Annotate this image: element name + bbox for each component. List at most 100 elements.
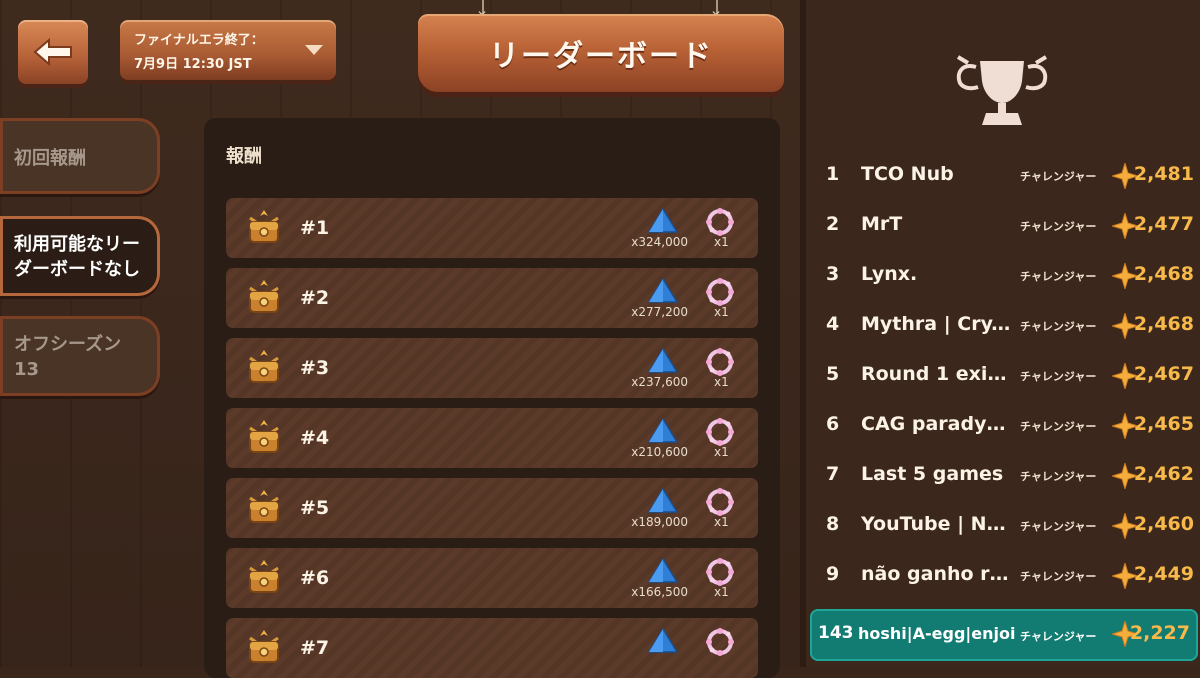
rewards-title: 報酬 [226, 146, 262, 167]
gem-icon [647, 627, 679, 658]
gem-quantity: x210,600 [631, 445, 688, 459]
leaderboard-position: 1 [826, 163, 840, 185]
leaderboard-row[interactable]: 6 CAG paradyze... チャレンジャー 2,465 [806, 405, 1200, 445]
reward-row: #2 x277,200 x1 [226, 268, 758, 328]
back-arrow-icon [33, 37, 72, 67]
leaderboard-position: 4 [826, 313, 840, 335]
player-points: 2,468 [1133, 313, 1194, 335]
player-points: 2,449 [1133, 563, 1194, 585]
gem-quantity: x189,000 [631, 515, 688, 529]
reward-row: #3 x237,600 x1 [226, 338, 758, 398]
gem-icon [647, 347, 679, 378]
leaderboard-row[interactable]: 4 Mythra | Cry... チャレンジャー 2,468 [806, 305, 1200, 345]
trophy-icon [956, 55, 1048, 125]
leaderboard-row[interactable]: 7 Last 5 games チャレンジャー 2,462 [806, 455, 1200, 495]
player-name: TCO Nub [861, 163, 954, 185]
player-name: MrT [861, 213, 903, 235]
player-tier: チャレンジャー [1020, 220, 1097, 233]
leaderboard-panel[interactable]: 1 TCO Nub チャレンジャー 2,481 2 MrT チャレンジャー 2,477 3 Lyn… [806, 0, 1200, 667]
ring-quantity: x1 [714, 375, 729, 389]
player-points: 2,477 [1133, 213, 1194, 235]
gem-icon [647, 557, 679, 588]
player-name: Mythra | Cry... [861, 313, 1011, 335]
player-points: 2,462 [1133, 463, 1194, 485]
leaderboard-position: 7 [826, 463, 840, 485]
player-points: 2,465 [1133, 413, 1194, 435]
reward-rank: #3 [300, 357, 330, 379]
player-name: YouTube | Na... [861, 513, 1011, 535]
tab-off-season[interactable]: オフシーズン 13 [0, 316, 160, 396]
tab-no-leaderboard-label-2: ダーボードなし [14, 259, 140, 280]
reward-rank: #5 [300, 497, 330, 519]
ring-quantity: x1 [714, 235, 729, 249]
chevron-down-icon [305, 45, 323, 55]
ring-icon [704, 626, 736, 662]
leaderboard-position: 5 [826, 363, 840, 385]
era-dropdown[interactable]: ファイナルエラ終了： 7月9日 12:30 JST [120, 20, 336, 80]
title-banner: リーダーボード [418, 14, 784, 92]
leaderboard-position: 8 [826, 513, 840, 535]
tab-no-leaderboard-label-1: 利用可能なリー [14, 234, 140, 255]
player-name: não ganho rp... [861, 563, 1011, 585]
leaderboard-position: 6 [826, 413, 840, 435]
reward-rank: #1 [300, 217, 330, 239]
leaderboard-row[interactable]: 5 Round 1 exit l... チャレンジャー 2,467 [806, 355, 1200, 395]
page-title: リーダーボード [489, 39, 713, 74]
chest-icon [244, 420, 284, 460]
leaderboard-row[interactable]: 3 Lynx. チャレンジャー 2,468 [806, 255, 1200, 295]
ring-quantity: x1 [714, 585, 729, 599]
player-points: 2,468 [1133, 263, 1194, 285]
reward-row: #7 [226, 618, 758, 678]
my-rank-tier: チャレンジャー [1020, 630, 1097, 643]
reward-rank: #6 [300, 567, 330, 589]
chest-icon [244, 210, 284, 250]
ring-quantity: x1 [714, 305, 729, 319]
ring-quantity: x1 [714, 445, 729, 459]
leaderboard-row[interactable]: 2 MrT チャレンジャー 2,477 [806, 205, 1200, 245]
gem-icon [647, 417, 679, 448]
player-tier: チャレンジャー [1020, 470, 1097, 483]
ring-quantity: x1 [714, 515, 729, 529]
player-points: 2,460 [1133, 513, 1194, 535]
player-tier: チャレンジャー [1020, 270, 1097, 283]
chest-icon [244, 490, 284, 530]
reward-rank: #2 [300, 287, 330, 309]
player-tier: チャレンジャー [1020, 520, 1097, 533]
chest-icon [244, 630, 284, 670]
player-name: Lynx. [861, 263, 918, 285]
gem-quantity: x324,000 [631, 235, 688, 249]
player-name: Round 1 exit l... [861, 363, 1011, 385]
chest-icon [244, 350, 284, 390]
gem-icon [647, 207, 679, 238]
player-tier: チャレンジャー [1020, 320, 1097, 333]
tab-first-reward-label: 初回報酬 [14, 148, 86, 169]
player-tier: チャレンジャー [1020, 370, 1097, 383]
reward-row: #6 x166,500 x1 [226, 548, 758, 608]
leaderboard-row[interactable]: 9 não ganho rp... チャレンジャー 2,449 [806, 555, 1200, 595]
player-points: 2,467 [1133, 363, 1194, 385]
reward-row: #1 x324,000 x1 [226, 198, 758, 258]
tab-first-reward[interactable]: 初回報酬 [0, 118, 160, 194]
tab-off-season-label-1: オフシーズン [14, 334, 122, 355]
my-rank-name: hoshi|A-egg|enjoi [858, 624, 1016, 643]
gem-quantity: x166,500 [631, 585, 688, 599]
leaderboard-row[interactable]: 8 YouTube | Na... チャレンジャー 2,460 [806, 505, 1200, 545]
reward-row: #5 x189,000 x1 [226, 478, 758, 538]
reward-rank: #7 [300, 637, 330, 659]
back-button[interactable] [18, 20, 88, 84]
player-tier: チャレンジャー [1020, 170, 1097, 183]
reward-rank: #4 [300, 427, 330, 449]
era-label: ファイナルエラ終了： [134, 33, 264, 48]
chest-icon [244, 280, 284, 320]
player-name: CAG paradyze... [861, 413, 1011, 435]
leaderboard-row[interactable]: 1 TCO Nub チャレンジャー 2,481 [806, 155, 1200, 195]
tab-off-season-label-2: 13 [14, 359, 40, 380]
era-end-time: 7月9日 12:30 JST [134, 57, 252, 72]
rewards-panel[interactable]: 報酬 #1 x324,000 x1 #2 x277,200 x1 #3 x237,600 x1 #… [204, 118, 780, 678]
gem-icon [647, 277, 679, 308]
gem-quantity: x237,600 [631, 375, 688, 389]
my-rank-row[interactable]: 143 hoshi|A-egg|enjoi チャレンジャー 2,227 [810, 609, 1198, 661]
gem-quantity: x277,200 [631, 305, 688, 319]
my-rank-points: 2,227 [1129, 622, 1190, 644]
tab-no-leaderboard[interactable]: 利用可能なリー ダーボードなし [0, 216, 160, 296]
